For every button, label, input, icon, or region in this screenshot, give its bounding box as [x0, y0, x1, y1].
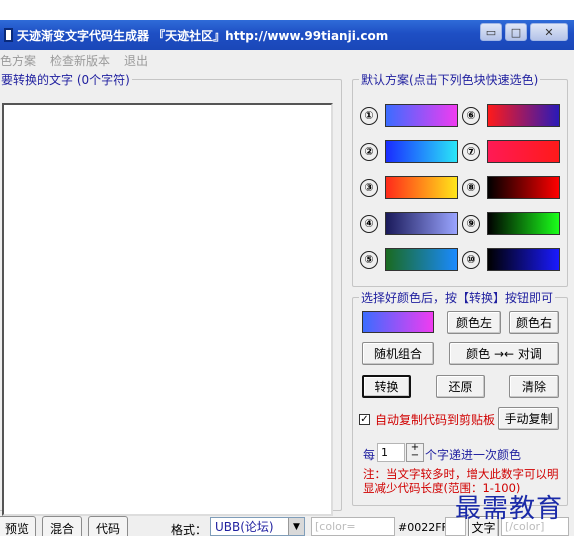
minimize-button[interactable]: ▭ [480, 23, 502, 41]
color-right-button[interactable]: 颜色右 [509, 311, 559, 334]
scheme-number: ⑤ [360, 250, 378, 269]
scheme-item[interactable]: ③ [360, 176, 458, 199]
menu-exit[interactable]: 退出 [124, 52, 148, 69]
auto-copy-label: 自动复制代码到剪贴板 [375, 413, 496, 427]
format-select[interactable]: UBB(论坛) ▼ [210, 517, 305, 536]
selected-gradient-preview [362, 311, 434, 333]
scheme-swatch[interactable] [385, 104, 458, 127]
scheme-item[interactable]: ⑩ [462, 248, 560, 271]
menu-scheme[interactable]: 色方案 [0, 52, 36, 69]
close-button[interactable]: ✕ [530, 23, 568, 41]
scheme-item[interactable]: ⑦ [462, 140, 560, 163]
scheme-swatch[interactable] [487, 212, 560, 235]
scheme-swatch[interactable] [487, 140, 560, 163]
scheme-swatch[interactable] [487, 248, 560, 271]
format-label: 格式： [171, 523, 208, 536]
scheme-number: ③ [360, 178, 378, 197]
chevron-down-icon[interactable]: ▼ [288, 518, 304, 535]
scheme-swatch[interactable] [385, 176, 458, 199]
auto-copy-checkbox[interactable]: ✓ [359, 414, 370, 425]
convert-group-label: 选择好颜色后，按【转换】按钮即可 [359, 289, 556, 306]
main-panel: 要转换的文字 (0个字符) 默认方案(点击下列色块快速选色) ① ⑥ ② ⑦ ③ ⑧ ④ ⑨ ⑤… [0, 70, 574, 536]
scheme-item[interactable]: ⑥ [462, 104, 560, 127]
scheme-number: ⑩ [462, 250, 480, 269]
scheme-number: ① [360, 106, 378, 125]
scheme-item[interactable]: ④ [360, 212, 458, 235]
app-icon [4, 28, 13, 42]
scheme-swatch[interactable] [385, 248, 458, 271]
input-group: 要转换的文字 (0个字符) [0, 71, 342, 516]
menu-check-update[interactable]: 检查新版本 [50, 52, 110, 69]
scheme-swatch[interactable] [385, 140, 458, 163]
scheme-group-label: 默认方案(点击下列色块快速选色) [359, 71, 541, 88]
format-select-value: UBB(论坛) [215, 520, 274, 534]
menu-bar: 色方案 检查新版本 退出 [0, 50, 574, 70]
scheme-item[interactable]: ② [360, 140, 458, 163]
tab-mix[interactable]: 混合 [42, 516, 82, 536]
scheme-number: ⑧ [462, 178, 480, 197]
clear-button[interactable]: 清除 [509, 375, 559, 398]
swap-colors-button[interactable]: 颜色 →← 对调 [449, 342, 559, 365]
scheme-number: ⑦ [462, 142, 480, 161]
color-left-button[interactable]: 颜色左 [447, 311, 501, 334]
title-bar: 天迹渐变文字代码生成器 『天迹社区』http://www.99tianji.co… [0, 20, 574, 50]
color-value: #0022FF [398, 521, 448, 534]
scheme-swatch[interactable] [487, 104, 560, 127]
source-text-area[interactable] [2, 103, 333, 516]
scheme-number: ⑥ [462, 106, 480, 125]
restore-button[interactable]: 还原 [436, 375, 485, 398]
every-suffix: 个字递进一次颜色 [425, 448, 522, 462]
scheme-swatch[interactable] [385, 212, 458, 235]
every-prefix: 每 [363, 448, 376, 462]
maximize-button[interactable]: □ [505, 23, 527, 41]
manual-copy-button[interactable]: 手动复制 [498, 407, 559, 430]
step-spinner[interactable]: + − [406, 443, 424, 462]
scheme-item[interactable]: ⑤ [360, 248, 458, 271]
input-group-label: 要转换的文字 (0个字符) [0, 71, 132, 88]
window-title: 天迹渐变文字代码生成器 『天迹社区』http://www.99tianji.co… [17, 28, 389, 43]
step-input[interactable]: 1 [377, 443, 405, 462]
scheme-item[interactable]: ⑧ [462, 176, 560, 199]
tab-code[interactable]: 代码 [88, 516, 128, 536]
open-tag-field[interactable]: [color= [311, 517, 395, 536]
convert-button[interactable]: 转换 [362, 375, 411, 398]
scheme-item[interactable]: ① [360, 104, 458, 127]
scheme-number: ④ [360, 214, 378, 233]
watermark: 最需教育 [455, 494, 564, 524]
tab-preview[interactable]: 预览 [0, 516, 36, 536]
scheme-number: ⑨ [462, 214, 480, 233]
random-combination-button[interactable]: 随机组合 [362, 342, 434, 365]
scheme-swatch[interactable] [487, 176, 560, 199]
scheme-number: ② [360, 142, 378, 161]
scheme-item[interactable]: ⑨ [462, 212, 560, 235]
